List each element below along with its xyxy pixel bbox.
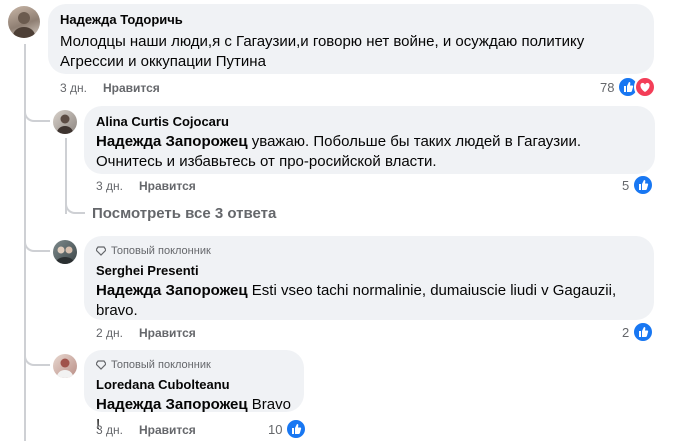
comment-text-line: Молодцы наши люди,я с Гагаузии,и говорю … [60, 33, 585, 50]
reply-time[interactable]: 3 дн. [96, 179, 123, 193]
reaction-count: 10 [268, 421, 283, 437]
mention-link[interactable]: Надежда Запорожец [96, 396, 248, 413]
avatar[interactable] [53, 240, 77, 264]
reply-bubble: Топовый поклонник Serghei Presenti Надеж… [84, 236, 654, 320]
mention-link[interactable]: Надежда Запорожец [96, 133, 248, 150]
like-icon [632, 321, 655, 343]
thread-elbow-reply-3 [24, 340, 50, 366]
reaction-count: 2 [622, 324, 630, 340]
reply-time[interactable]: 2 дн. [96, 326, 123, 340]
see-all-replies-link[interactable]: Посмотреть все 3 ответа [92, 205, 276, 222]
reaction-summary[interactable]: 2 [622, 321, 655, 343]
comment-meta: 3 дн. Нравится [60, 80, 160, 96]
reply-author[interactable]: Loredana Cubolteanu [96, 377, 292, 393]
reply-text-line: Надежда Запорожец уважаю. Побольше бы та… [96, 133, 582, 150]
like-icon [632, 174, 655, 196]
reply-author[interactable]: Serghei Presenti [96, 263, 642, 279]
reply-bubble: Топовый поклонник Loredana Cubolteanu На… [84, 350, 304, 433]
comment-bubble: Надежда Тодоричь Молодцы наши люди,я с Г… [48, 4, 654, 74]
reaction-summary[interactable]: 10 [268, 418, 308, 440]
thread-elbow-reply-2 [24, 220, 50, 252]
reply-bubble: Alina Curtis Cojocaru Надежда Запорожец … [84, 106, 655, 174]
comment-author[interactable]: Надежда Тодоричь [60, 12, 642, 28]
avatar[interactable] [53, 354, 77, 378]
reply-meta: 2 дн. Нравится [96, 325, 196, 341]
reply-author[interactable]: Alina Curtis Cojocaru [96, 114, 643, 130]
love-icon [634, 76, 657, 98]
top-fan-badge: Топовый поклонник [96, 358, 292, 372]
like-button[interactable]: Нравится [139, 423, 196, 437]
reply-meta: 3 дн. Нравится [96, 178, 196, 194]
mention-link[interactable]: Надежда Запорожец [96, 282, 248, 299]
comment-time[interactable]: 3 дн. [60, 81, 87, 95]
reply-time[interactable]: 3 дн. [96, 423, 123, 437]
top-fan-badge: Топовый поклонник [96, 244, 642, 258]
reaction-summary[interactable]: 78 [600, 76, 657, 98]
thread-elbow-see-replies [65, 190, 85, 214]
avatar[interactable] [53, 110, 77, 134]
diamond-icon [96, 360, 106, 370]
reaction-summary[interactable]: 5 [622, 174, 655, 196]
diamond-icon [96, 246, 106, 256]
like-button[interactable]: Нравится [103, 81, 160, 95]
reply-text-line: Очнитесь и избавьтесь от про-росийской в… [96, 153, 437, 170]
like-icon [285, 418, 308, 440]
comment-text-line: Агрессии и оккупации Путина [60, 53, 266, 70]
reply-text-line: Надежда Запорожец Esti vseo tachi normal… [96, 282, 617, 299]
reply-meta: 3 дн. Нравится [96, 422, 196, 438]
like-button[interactable]: Нравится [139, 179, 196, 193]
reaction-count: 5 [622, 177, 630, 193]
like-button[interactable]: Нравится [139, 326, 196, 340]
thread-elbow-reply-1 [24, 94, 50, 122]
reaction-count: 78 [600, 79, 615, 95]
reply-text-line: bravo. [96, 302, 138, 319]
avatar[interactable] [8, 6, 40, 38]
